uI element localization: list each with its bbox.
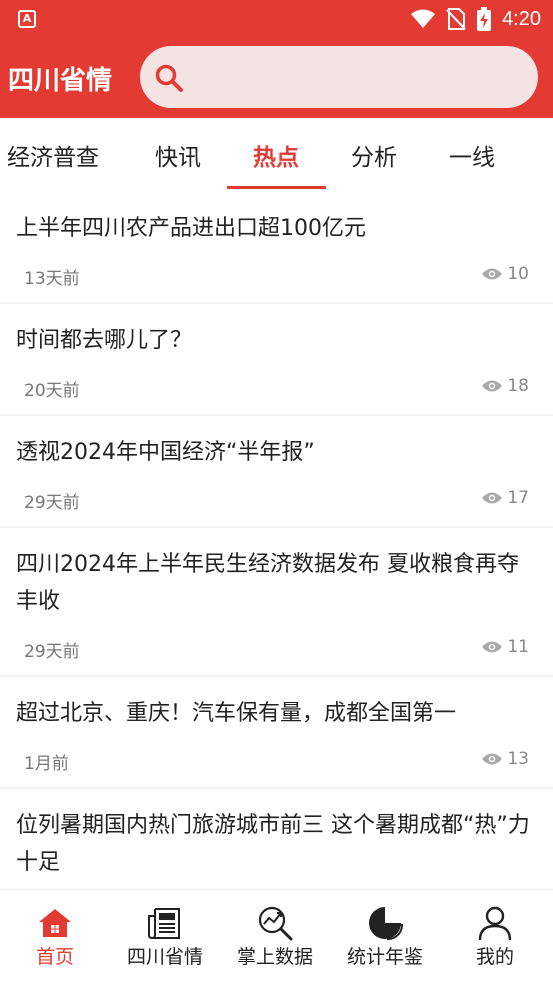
status-time: 4:20 (502, 7, 541, 30)
article-title: 上半年四川农产品进出口超100亿元 (16, 216, 366, 241)
eye-icon (482, 753, 503, 765)
article-time: 29天前 (24, 642, 80, 662)
eye-icon (482, 380, 503, 392)
article-views: 13 (481, 749, 529, 769)
view-count: 17 (507, 488, 529, 508)
newspaper-icon (148, 908, 180, 939)
article-title: 四川2024年上半年民生经济数据发布 夏收粮食再夺丰收 (16, 552, 519, 614)
list-item[interactable]: 时间都去哪儿了？ 20天前 18 (0, 304, 553, 414)
battery-charging-icon (477, 7, 492, 31)
nav-sichuan-info[interactable]: 四川省情 (110, 890, 220, 983)
list-item[interactable]: 超过北京、重庆！汽车保有量，成都全国第一 1月前 13 (0, 677, 553, 787)
article-views: 10 (481, 264, 529, 284)
search-input[interactable] (196, 58, 516, 96)
article-views: 11 (481, 637, 529, 657)
article-time: 20天前 (24, 381, 80, 401)
article-title: 超过北京、重庆！汽车保有量，成都全国第一 (16, 701, 457, 726)
bottom-navigation: 首页 四川省情 掌上数据 统计年鉴 我的 (0, 889, 553, 983)
article-time: 13天前 (24, 269, 80, 289)
nav-label: 统计年鉴 (346, 946, 423, 968)
article-list[interactable]: 上半年四川农产品进出口超100亿元 13天前 10 时间都去哪儿了？ 20天前 … (0, 192, 553, 889)
article-title: 透视2024年中国经济“半年报” (16, 440, 315, 465)
article-views: 17 (481, 488, 529, 508)
tab-analysis[interactable]: 分析 (351, 138, 397, 172)
nav-label: 四川省情 (126, 946, 203, 968)
list-item[interactable]: 四川2024年上半年民生经济数据发布 夏收粮食再夺丰收 29天前 11 (0, 528, 553, 675)
eye-icon (482, 268, 503, 280)
article-time: 29天前 (24, 493, 80, 513)
active-tab-indicator (227, 186, 326, 189)
search-bar[interactable] (140, 46, 538, 108)
list-item[interactable]: 透视2024年中国经济“半年报” 29天前 17 (0, 416, 553, 526)
nav-home[interactable]: 首页 (0, 890, 110, 983)
view-count: 10 (507, 264, 529, 284)
eye-icon (482, 641, 503, 653)
app-notification-icon: A (18, 10, 36, 28)
tab-economic-census[interactable]: 经济普查 (7, 138, 99, 172)
status-indicators: 4:20 (410, 6, 541, 32)
article-title: 位列暑期国内热门旅游城市前三 这个暑期成都“热”力十足 (16, 813, 530, 875)
list-item[interactable]: 位列暑期国内热门旅游城市前三 这个暑期成都“热”力十足 (0, 789, 553, 889)
app-header: 四川省情 (0, 38, 553, 118)
article-views: 18 (481, 376, 529, 396)
chart-search-icon (258, 906, 293, 941)
app-title: 四川省情 (8, 66, 113, 96)
eye-icon (482, 492, 503, 504)
tabs-fade-overlay (493, 118, 553, 192)
wifi-icon (411, 9, 436, 28)
nav-label: 掌上数据 (236, 946, 313, 968)
view-count: 13 (507, 749, 529, 769)
nav-label: 首页 (35, 946, 74, 968)
home-icon (39, 909, 71, 937)
tab-news-flash[interactable]: 快讯 (155, 138, 201, 172)
nav-mobile-data[interactable]: 掌上数据 (220, 890, 330, 983)
pie-chart-icon (369, 907, 404, 941)
view-count: 11 (507, 637, 529, 657)
category-tabs: 经济普查 快讯 热点 分析 一线 (0, 118, 553, 192)
user-icon (478, 906, 512, 941)
tab-frontline[interactable]: 一线 (449, 138, 495, 172)
view-count: 18 (507, 376, 529, 396)
nav-profile[interactable]: 我的 (440, 890, 550, 983)
article-time: 1月前 (24, 754, 69, 774)
tab-hot-topics[interactable]: 热点 (253, 138, 299, 172)
article-title: 时间都去哪儿了？ (16, 328, 193, 353)
status-bar: A 4:20 (0, 0, 553, 38)
no-sim-icon (446, 8, 466, 30)
nav-label: 我的 (475, 946, 514, 968)
nav-statistical-yearbook[interactable]: 统计年鉴 (330, 890, 440, 983)
search-icon[interactable] (154, 63, 184, 93)
list-item[interactable]: 上半年四川农产品进出口超100亿元 13天前 10 (0, 192, 553, 302)
